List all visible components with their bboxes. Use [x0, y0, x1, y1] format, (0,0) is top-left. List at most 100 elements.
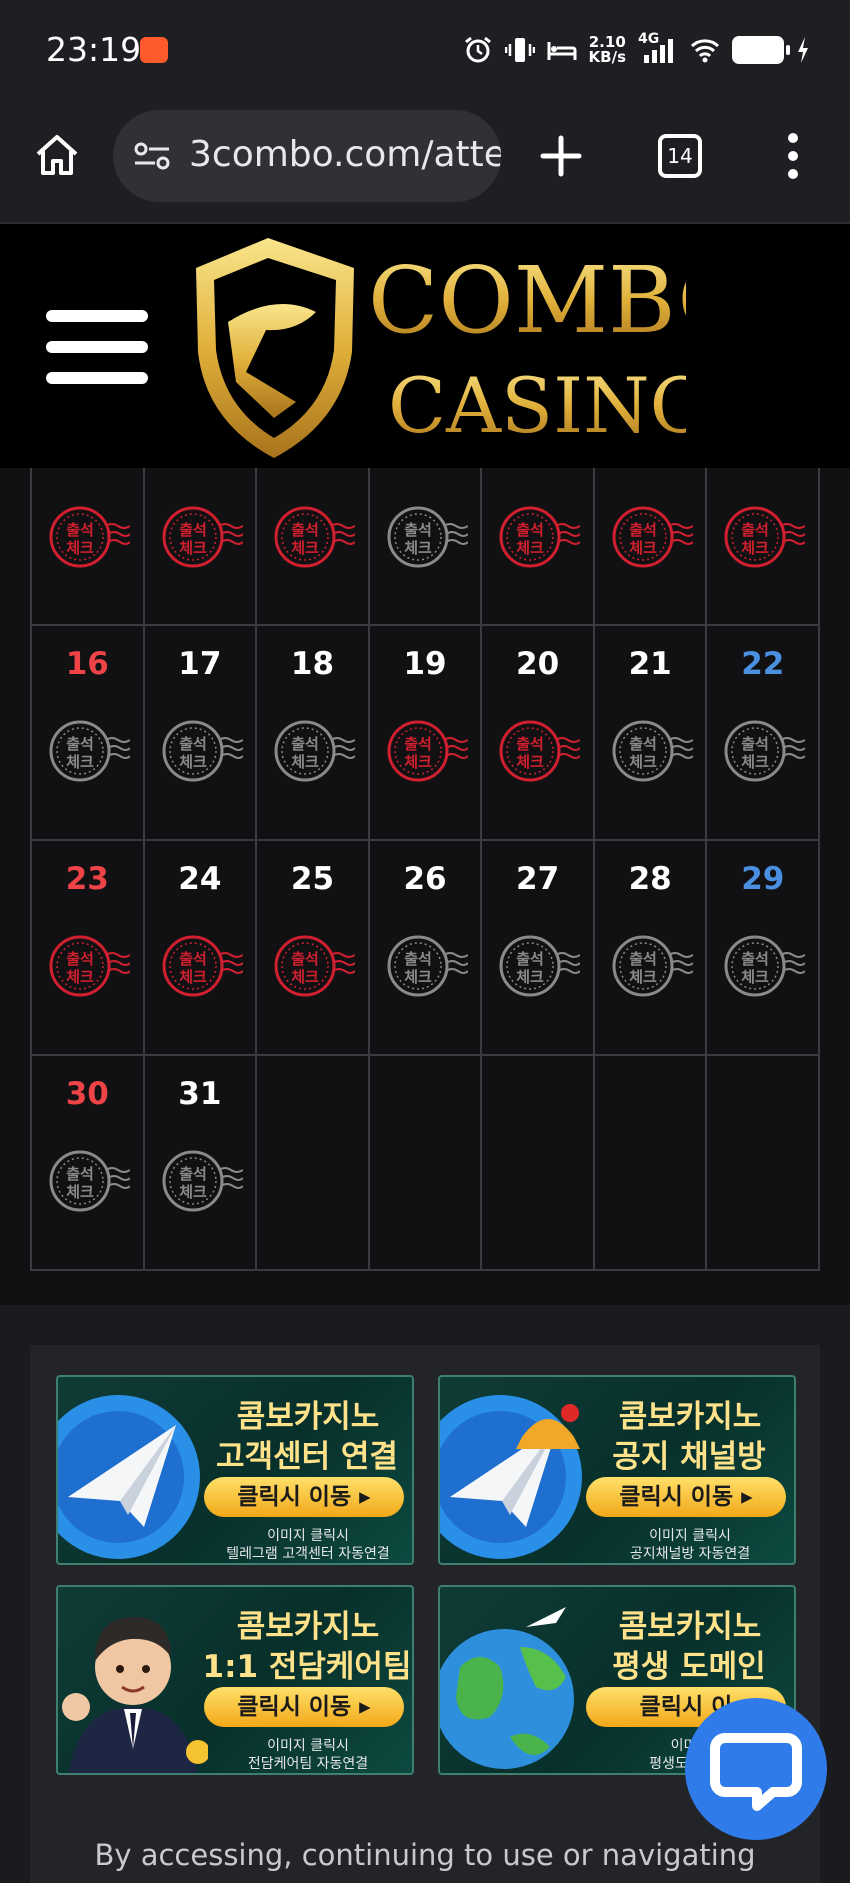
attendance-stamp-checked-icon: 출석체크 — [49, 935, 130, 997]
stamp-text-2: 체크 — [742, 968, 770, 986]
stamp-text-2: 체크 — [291, 539, 319, 557]
calendar-empty-cell — [707, 1056, 821, 1271]
calendar-day-cell[interactable]: 19 출석 체크 — [369, 626, 483, 841]
site-logo[interactable]: COMBO CASINO — [176, 232, 686, 462]
stamp-text-1: 출석 — [179, 1165, 207, 1183]
calendar-empty-cell — [369, 1056, 483, 1271]
banner-note-1: 이미지 클릭시 — [267, 1738, 349, 1754]
calendar-day-cell[interactable]: 11출석체크 — [257, 412, 370, 626]
banner-note-2: 텔레그램 고객센터 자동연결 — [226, 1546, 390, 1562]
calendar-day-cell[interactable]: 25 출석 체크 — [257, 841, 370, 1056]
calendar-day-cell[interactable]: 15출석체크 — [707, 412, 821, 626]
calendar-day-cell[interactable]: 21 출석 체크 — [594, 626, 708, 841]
calendar-day-cell[interactable]: 16 출석 체크 — [32, 626, 145, 841]
stamp-text-2: 체크 — [291, 753, 319, 771]
stamp-text-2: 체크 — [404, 539, 432, 557]
home-icon[interactable] — [32, 130, 82, 180]
stamp-text-1: 출석 — [517, 735, 545, 753]
calendar-week: 9출석체크10출석체크11출석체크12출석체크13출석체크14출석체크15출석체… — [32, 412, 821, 626]
calendar-day-cell[interactable]: 24 출석 체크 — [144, 841, 258, 1056]
status-bar: 23:19 2.10 KB/s 4G — [0, 0, 850, 100]
tabs-icon[interactable]: 14 — [658, 134, 702, 178]
calendar-day-cell[interactable]: 30 출석 체크 — [32, 1056, 145, 1271]
stamp-text-1: 출석 — [291, 521, 319, 539]
attendance-stamp-unchecked-icon: 출석체크 — [274, 720, 356, 782]
day-number: 27 — [516, 861, 560, 897]
new-tab-icon[interactable] — [535, 130, 587, 182]
stamp-text-2: 체크 — [66, 539, 94, 557]
svg-text:COMBO: COMBO — [368, 247, 686, 354]
url-text[interactable]: 3combo.com/atte — [189, 134, 501, 175]
banner-note-1: 이미지 클릭시 — [649, 1528, 731, 1544]
calendar-day-cell[interactable]: 28 출석 체크 — [594, 841, 708, 1056]
day-number: 26 — [403, 861, 447, 897]
stamp-text-2: 체크 — [66, 968, 94, 986]
promo-banner[interactable]: 콤보카지노 공지 채널방 클릭시 이동 ▸ 이미지 클릭시 공지채널방 자동연결 — [438, 1375, 796, 1565]
calendar-day-cell[interactable]: 18 출석 체크 — [257, 626, 370, 841]
banner-subtitle: 1:1 전담케어팀 — [202, 1649, 412, 1685]
banner-subtitle: 평생 도메인 — [612, 1649, 766, 1685]
stamp-text-1: 출석 — [179, 950, 207, 968]
site-settings-icon[interactable] — [133, 140, 173, 172]
calendar-day-cell[interactable]: 27 출석 체크 — [482, 841, 595, 1056]
day-number: 22 — [741, 646, 785, 682]
app-notification-icon — [140, 37, 168, 63]
stamp-text-2: 체크 — [517, 753, 545, 771]
calendar-day-cell[interactable]: 29 출석 체크 — [707, 841, 821, 1056]
calendar-day-cell[interactable]: 12출석체크 — [369, 412, 483, 626]
attendance-stamp-checked-icon: 출석체크 — [162, 935, 243, 997]
stamp-text-1: 출석 — [742, 521, 770, 539]
telegram-plane-icon — [58, 1395, 200, 1559]
day-number: 23 — [65, 861, 109, 897]
address-bar[interactable]: 3combo.com/atte — [113, 110, 501, 202]
stamp-text-2: 체크 — [179, 968, 207, 986]
more-menu-icon[interactable] — [778, 130, 808, 182]
calendar-day-cell[interactable]: 10출석체크 — [144, 412, 258, 626]
calendar-day-cell[interactable]: 23 출석 체크 — [32, 841, 145, 1056]
calendar-day-cell[interactable]: 26 출석 체크 — [369, 841, 483, 1056]
calendar-empty-cell — [594, 1056, 708, 1271]
day-number: 24 — [178, 861, 222, 897]
banner-title: 콤보카지노 — [236, 1609, 380, 1645]
chat-button[interactable] — [685, 1698, 827, 1840]
hamburger-menu-icon[interactable] — [46, 310, 148, 384]
stamp-text-2: 체크 — [629, 753, 657, 771]
stamp-text-2: 체크 — [629, 968, 657, 986]
calendar-day-cell[interactable]: 14출석체크 — [594, 412, 708, 626]
stamp-text-1: 출석 — [742, 735, 770, 753]
calendar-day-cell[interactable]: 17 출석 체크 — [144, 626, 258, 841]
net-speed: 2.10 KB/s — [589, 35, 626, 65]
wifi-icon — [690, 39, 720, 63]
stamp-text-2: 체크 — [66, 1183, 94, 1201]
calendar-day-cell[interactable]: 22 출석 체크 — [707, 626, 821, 841]
calendar-day-cell[interactable]: 31 출석 체크 — [144, 1056, 258, 1271]
attendance-stamp-checked-icon: 출석체크 — [612, 506, 693, 568]
stamp-text-2: 체크 — [179, 539, 207, 557]
day-number: 16 — [65, 646, 109, 682]
calendar-day-cell[interactable]: 9출석체크 — [32, 412, 145, 626]
attendance-stamp-checked-icon: 출석체크 — [49, 506, 130, 568]
stamp-text-1: 출석 — [517, 521, 545, 539]
calendar-day-cell[interactable]: 13출석체크 — [482, 412, 595, 626]
attendance-stamp-unchecked-icon: 출석체크 — [162, 1150, 243, 1212]
stamp-text-2: 체크 — [179, 1183, 207, 1201]
stamp-text-1: 출석 — [742, 950, 770, 968]
day-number: 28 — [628, 861, 672, 897]
day-number: 25 — [290, 861, 335, 897]
stamp-text-1: 출석 — [629, 521, 657, 539]
banner-click-button[interactable]: 클릭시 이동 ▸ — [204, 1477, 404, 1517]
stamp-text-1: 출석 — [517, 950, 545, 968]
stamp-text-2: 체크 — [404, 753, 432, 771]
net-speed-unit: KB/s — [588, 48, 626, 66]
attendance-stamp-unchecked-icon: 출석체크 — [499, 935, 581, 997]
stamp-text-2: 체크 — [179, 753, 207, 771]
stamp-text-2: 체크 — [742, 539, 770, 557]
day-number: 18 — [290, 646, 335, 682]
promo-banner[interactable]: 콤보카지노 1:1 전담케어팀 클릭시 이동 ▸ 이미지 클릭시 전담케어팀 자동연결 — [56, 1585, 414, 1775]
banner-click-button[interactable]: 클릭시 이동 ▸ — [204, 1687, 404, 1727]
promo-banner[interactable]: 콤보카지노 고객센터 연결 클릭시 이동 ▸ 이미지 클릭시 텔레그램 고객센터 자동연… — [56, 1375, 414, 1565]
banner-note-2: 공지채널방 자동연결 — [629, 1546, 751, 1562]
calendar-day-cell[interactable]: 20 출석 체크 — [482, 626, 595, 841]
banner-click-button[interactable]: 클릭시 이동 ▸ — [586, 1477, 786, 1517]
calendar-empty-cell — [257, 1056, 370, 1271]
